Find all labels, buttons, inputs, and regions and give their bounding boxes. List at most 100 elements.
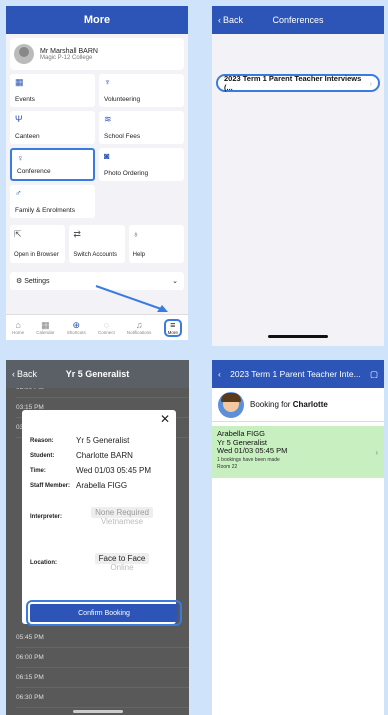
- back-button[interactable]: ‹ Back: [12, 369, 37, 379]
- interpreter-picker[interactable]: None Required Vietnamese: [76, 507, 168, 526]
- tab-label: Notifications: [126, 329, 152, 335]
- time-slot[interactable]: 06:30 PM: [16, 688, 189, 708]
- time-label: 06:30 PM: [16, 694, 44, 701]
- page-title: Yr 5 Generalist: [65, 369, 130, 379]
- tile-label: Family & Enrolments: [15, 207, 75, 214]
- tab-bar: ⌂ Home ▦ Calendar ⊕ Shortcuts ◌ Connect ♫ Not…: [6, 314, 188, 340]
- tile-label: Help: [132, 251, 145, 258]
- time-value: Wed 01/03 05:45 PM: [76, 466, 152, 475]
- back-button[interactable]: ‹ Back: [218, 15, 243, 25]
- header: ‹ Back Yr 5 Generalist: [6, 360, 189, 388]
- time-row: Time: Wed 01/03 05:45 PM: [30, 466, 168, 475]
- help-icon: ♁: [132, 229, 140, 239]
- staff-value: Arabella FIGG: [76, 481, 128, 490]
- student-avatar: [218, 391, 244, 418]
- time-label: 05:45 PM: [16, 634, 44, 641]
- chevron-right-icon: ›: [375, 448, 378, 457]
- confirm-booking-button[interactable]: Confirm Booking: [30, 604, 178, 622]
- switch-accounts-tile[interactable]: ⇄ Switch Accounts: [69, 225, 125, 263]
- tile-label: Volunteering: [104, 96, 141, 103]
- time-slot[interactable]: 06:15 PM: [16, 668, 189, 688]
- page-title: 2023 Term 1 Parent Teacher Inte...: [230, 369, 361, 379]
- switch-icon: ⇄: [73, 229, 81, 239]
- booking-for-text: Booking for Charlotte: [250, 400, 328, 409]
- field-label: Interpreter:: [30, 514, 63, 520]
- interpreter-row: Interpreter: None Required Vietnamese: [30, 507, 168, 526]
- location-row: Location: Face to Face Online: [30, 553, 168, 572]
- bell-icon: ♫: [135, 319, 143, 330]
- tab-connect[interactable]: ◌ Connect: [97, 320, 115, 335]
- home-indicator: [268, 335, 328, 338]
- student-row: Student: Charlotte BARN: [30, 451, 168, 460]
- conference-icon: ♀: [17, 153, 24, 163]
- canteen-tile[interactable]: Ψ Canteen: [10, 111, 95, 144]
- open-in-browser-tile[interactable]: ⇱ Open in Browser: [10, 225, 66, 263]
- close-icon[interactable]: ✕: [160, 412, 170, 426]
- booking-for-row: Booking for Charlotte: [212, 388, 384, 422]
- school-name: Magic P-12 College: [40, 54, 93, 61]
- chevron-left-icon: ‹: [12, 369, 15, 379]
- user-card[interactable]: Mr Marshall BARN Magic P-12 College: [10, 38, 184, 70]
- reason-row: Reason: Yr 5 Generalist: [30, 436, 168, 445]
- booking-modal: ✕ Reason: Yr 5 Generalist Student: Charlot…: [22, 410, 176, 624]
- tab-label: Shortcuts: [66, 329, 86, 335]
- conferences-screen: ‹ Back Conferences 2023 Term 1 Parent Tea…: [212, 6, 384, 346]
- page-title: More: [83, 14, 111, 26]
- tab-calendar[interactable]: ▦ Calendar: [36, 319, 54, 335]
- conference-item[interactable]: 2023 Term 1 Parent Teacher Interviews (.…: [216, 74, 380, 92]
- tab-label: More: [167, 329, 178, 335]
- tab-shortcuts[interactable]: ⊕ Shortcuts: [66, 320, 86, 335]
- chevron-left-icon[interactable]: ‹: [218, 369, 221, 379]
- back-label: Back: [17, 369, 38, 379]
- photo-ordering-tile[interactable]: ◙ Photo Ordering: [99, 148, 184, 181]
- camera-icon: ◙: [104, 151, 110, 161]
- time-label: 06:15 PM: [16, 674, 44, 681]
- volunteering-tile[interactable]: ♆ Volunteering: [99, 74, 184, 107]
- tile-label: School Fees: [104, 133, 141, 140]
- bookings-note: 1 bookings have been made: [217, 456, 280, 463]
- booking-for-name: Charlotte: [292, 400, 328, 409]
- tile-label: Photo Ordering: [104, 170, 149, 177]
- booking-card[interactable]: Arabella FIGG Yr 5 Generalist Wed 01/03 …: [212, 426, 384, 478]
- family-icon: ♂: [15, 188, 22, 198]
- home-indicator: [72, 710, 123, 713]
- help-tile[interactable]: ♁ Help: [128, 225, 184, 263]
- conference-tile[interactable]: ♀ Conference: [10, 148, 95, 181]
- volunteer-icon: ♆: [104, 77, 111, 87]
- booking-for-prefix: Booking for: [250, 400, 293, 409]
- tab-notifications[interactable]: ♫ Notifications: [126, 319, 152, 335]
- family-enrolments-tile[interactable]: ♂ Family & Enrolments: [10, 185, 95, 218]
- settings-row[interactable]: ⚙ Settings ⌄: [10, 272, 184, 290]
- calendar-icon: ▦: [41, 319, 50, 330]
- tile-label: Conference: [17, 168, 51, 175]
- back-label: Back: [223, 15, 244, 25]
- settings-label: Settings: [24, 278, 50, 285]
- chevron-right-icon: ›: [369, 78, 373, 88]
- money-icon: ≋: [104, 114, 112, 124]
- location-picker[interactable]: Face to Face Online: [76, 553, 168, 572]
- field-label: Student:: [30, 452, 55, 459]
- time-label: 06:00 PM: [16, 654, 44, 661]
- events-tile[interactable]: ▦ Events: [10, 74, 95, 107]
- student-value: Charlotte BARN: [76, 451, 133, 460]
- confirm-highlight: Confirm Booking: [26, 600, 182, 626]
- chevron-down-icon: ⌄: [172, 278, 178, 285]
- tab-label: Connect: [97, 329, 115, 335]
- field-label: Time:: [30, 467, 46, 474]
- tab-home[interactable]: ⌂ Home: [12, 319, 25, 335]
- tile-label: Switch Accounts: [73, 251, 118, 258]
- school-fees-tile[interactable]: ≋ School Fees: [99, 111, 184, 144]
- field-label: Reason:: [30, 437, 54, 444]
- external-icon: ⇱: [14, 229, 22, 239]
- gear-icon: ⚙: [16, 278, 23, 285]
- menu-grid: ▦ Events ♆ Volunteering Ψ Canteen ≋ School F…: [6, 74, 188, 218]
- time-slot[interactable]: 06:00 PM: [16, 648, 189, 668]
- home-icon: ⌂: [15, 319, 21, 330]
- tab-more[interactable]: ≡ More: [163, 318, 182, 337]
- book-icon[interactable]: ▢: [370, 369, 378, 380]
- time-slot[interactable]: 05:45 PM: [16, 628, 189, 648]
- booking-datetime: Wed 01/03 05:45 PM: [217, 446, 288, 456]
- more-screen: More Mr Marshall BARN Magic P-12 College…: [6, 6, 188, 340]
- tab-label: Home: [12, 329, 25, 335]
- field-label: Location:: [30, 560, 57, 566]
